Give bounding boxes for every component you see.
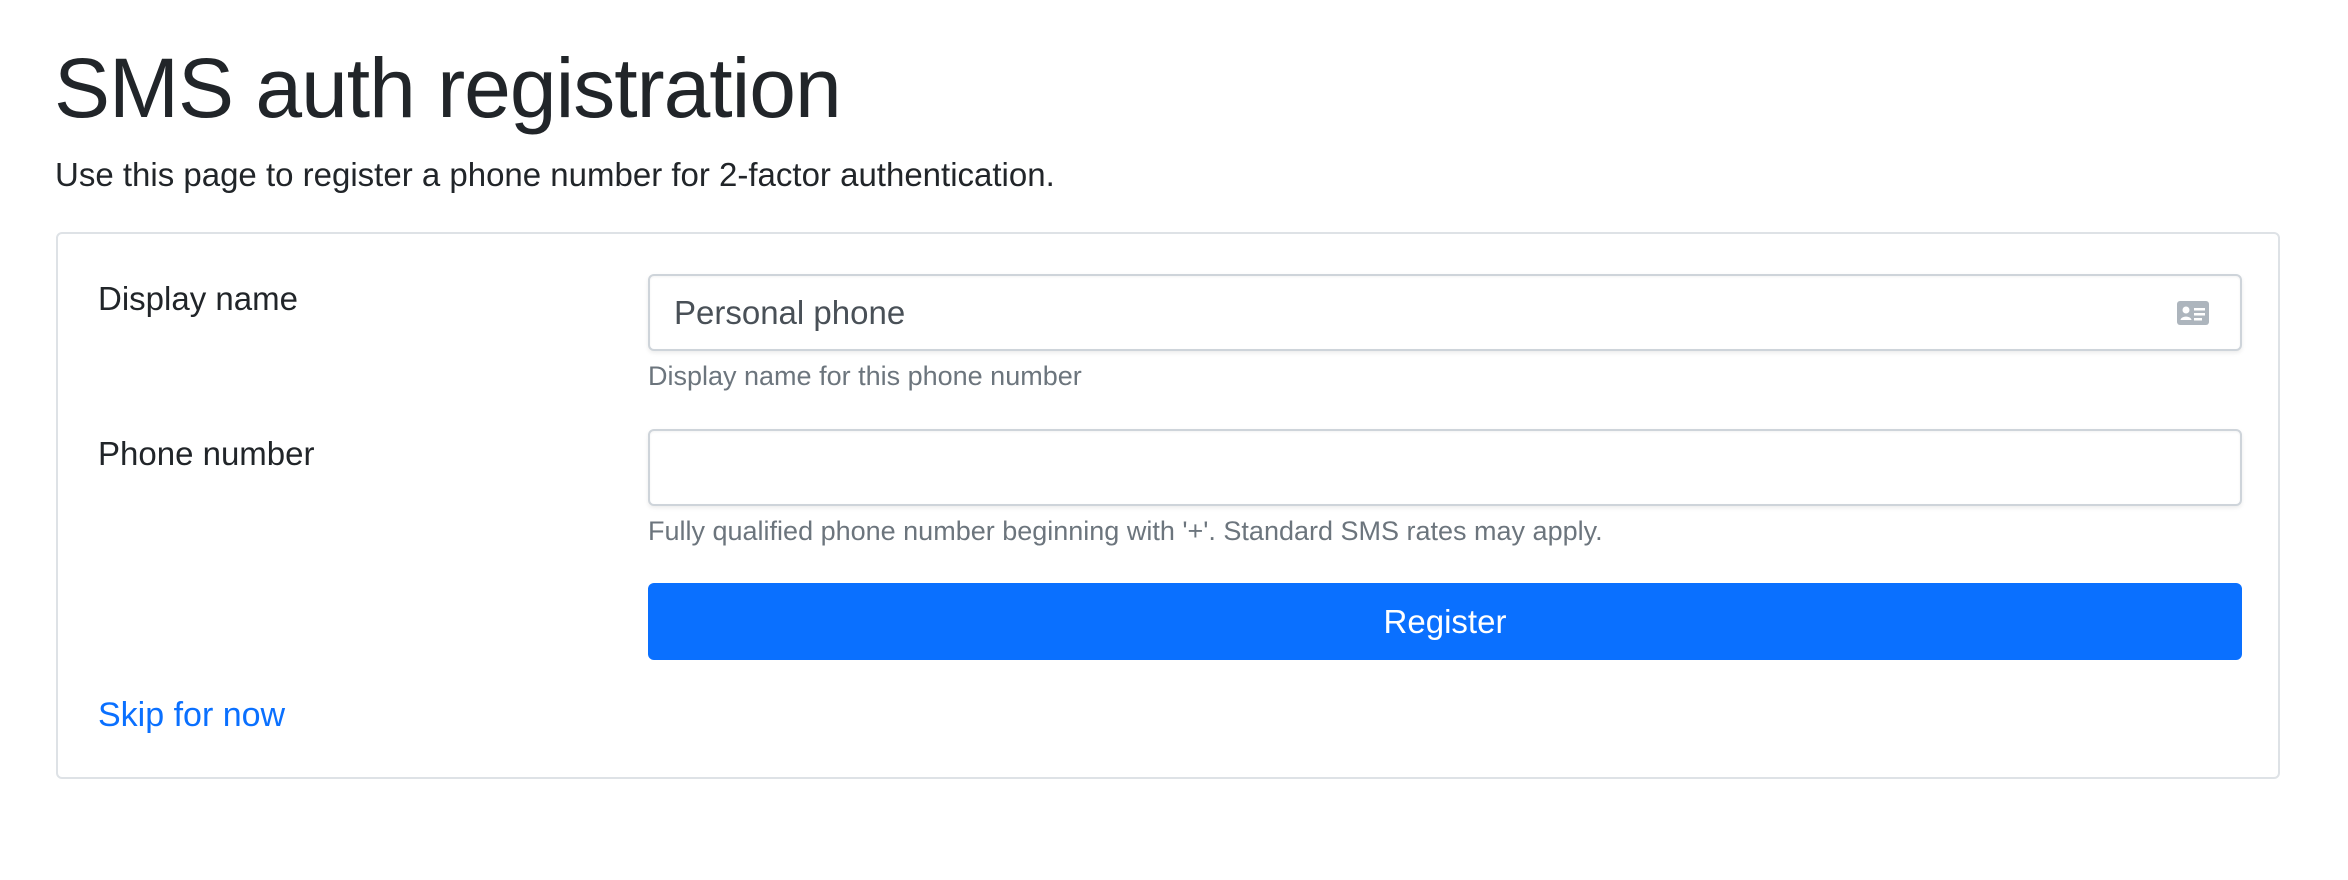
phone-number-label: Phone number: [98, 435, 315, 472]
page-subtitle: Use this page to register a phone number…: [55, 156, 1055, 193]
page: SMS auth registration Use this page to r…: [0, 0, 2348, 880]
display-name-input[interactable]: [650, 276, 2240, 349]
registration-card: Display name Display name for this phone…: [56, 232, 2280, 779]
register-button[interactable]: Register: [648, 583, 2242, 660]
display-name-label: Display name: [98, 280, 298, 317]
phone-number-input[interactable]: [650, 431, 2240, 504]
page-title: SMS auth registration: [54, 41, 842, 135]
phone-number-field-wrapper: [648, 429, 2242, 506]
skip-for-now-link[interactable]: Skip for now: [98, 692, 285, 738]
contact-card-icon[interactable]: [2176, 298, 2210, 328]
display-name-help: Display name for this phone number: [648, 361, 1082, 391]
phone-number-help: Fully qualified phone number beginning w…: [648, 516, 1603, 546]
display-name-field-wrapper: [648, 274, 2242, 351]
